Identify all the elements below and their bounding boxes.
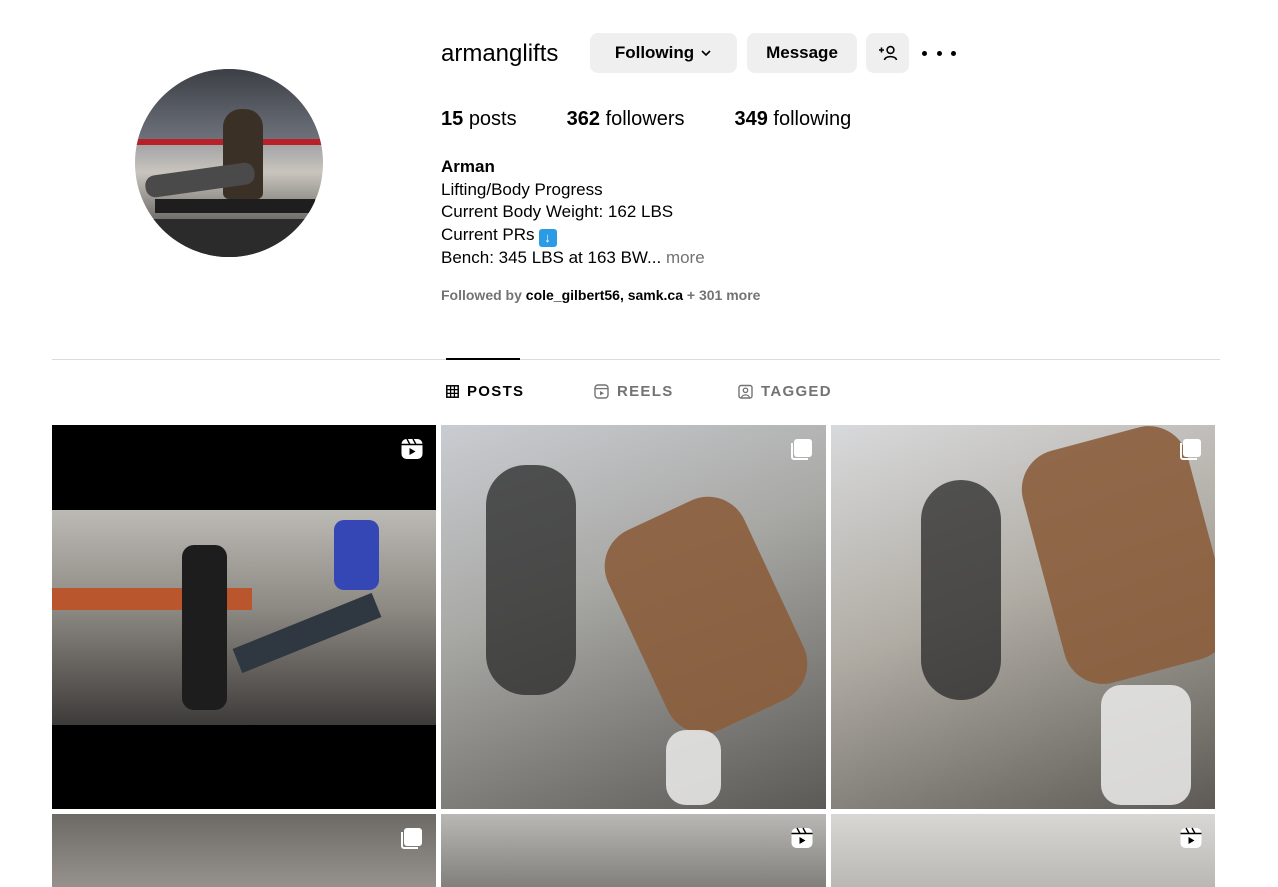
message-button[interactable]: Message <box>747 33 857 73</box>
stat-followers-label: followers <box>605 108 685 130</box>
tab-tagged-label: TAGGED <box>761 383 832 400</box>
reel-icon <box>401 438 423 459</box>
add-user-icon <box>878 45 897 61</box>
stat-following-count: 349 <box>734 108 768 130</box>
bio-name: Arman <box>441 157 495 176</box>
profile-username: armanglifts <box>441 40 559 67</box>
avatar-photo-bench <box>155 199 315 213</box>
tab-reels[interactable]: REELS <box>594 383 674 400</box>
profile-stats: 15 posts 362 followers 349 following <box>441 108 901 131</box>
profile-bio: Arman Lifting/Body Progress Current Body… <box>441 156 705 269</box>
message-button-label: Message <box>766 43 838 62</box>
stat-posts-count: 15 <box>441 108 464 130</box>
post-thumbnail[interactable] <box>441 425 826 809</box>
carousel-icon <box>401 828 422 849</box>
chevron-down-icon <box>701 50 711 57</box>
tab-posts-label: POSTS <box>467 383 525 400</box>
post-photo-detail <box>334 520 379 590</box>
stat-followers-count: 362 <box>566 108 600 130</box>
down-arrow-emoji-icon: ↓ <box>538 228 557 247</box>
post-photo-detail <box>182 545 227 710</box>
post-thumbnail[interactable] <box>441 814 826 887</box>
bio-line: Current Body Weight: 162 LBS <box>441 202 674 221</box>
post-thumbnail[interactable] <box>52 814 436 887</box>
post-thumbnail[interactable] <box>831 814 1215 887</box>
following-button[interactable]: Following <box>590 33 737 73</box>
tabs-divider <box>52 359 1220 360</box>
followed-by-separator: , <box>619 287 624 303</box>
bio-line-bench: Bench: 345 LBS at 163 BW... more <box>441 247 705 270</box>
tab-tagged[interactable]: TAGGED <box>738 383 832 400</box>
post-photo-detail <box>666 730 721 805</box>
carousel-icon <box>791 439 812 460</box>
avatar-photo-floor <box>135 219 323 257</box>
following-button-label: Following <box>614 43 695 62</box>
bio-more-link[interactable]: more <box>666 248 705 267</box>
stat-followers[interactable]: 362 followers <box>567 108 685 131</box>
profile-avatar[interactable] <box>135 69 323 257</box>
carousel-icon <box>1180 439 1201 460</box>
post-photo-detail <box>486 465 576 695</box>
tab-posts[interactable]: POSTS <box>446 383 524 400</box>
stat-posts-label: posts <box>468 108 517 130</box>
bio-line: Current PRs <box>441 224 535 244</box>
bio-line-prs: Current PRs ↓ <box>441 224 705 247</box>
dot <box>951 50 956 56</box>
stat-posts: 15 posts <box>441 108 517 131</box>
followed-by-account[interactable]: cole_gilbert56 <box>526 287 620 303</box>
followed-by-account[interactable]: samk.ca <box>628 287 683 303</box>
stat-following[interactable]: 349 following <box>734 108 851 131</box>
active-tab-indicator <box>446 358 520 360</box>
reel-icon <box>791 827 813 848</box>
post-thumbnail[interactable] <box>831 425 1215 809</box>
post-photo-detail <box>921 480 1001 700</box>
more-options-icon[interactable] <box>922 44 956 62</box>
post-photo-detail <box>591 483 821 747</box>
post-photo-detail <box>232 592 382 674</box>
tab-reels-label: REELS <box>617 383 674 400</box>
reel-icon <box>1180 827 1202 848</box>
reels-icon <box>594 384 609 399</box>
stat-following-label: following <box>773 108 852 130</box>
post-video-frame <box>52 510 436 725</box>
followed-by[interactable]: Followed by cole_gilbert56, samk.ca + 30… <box>441 287 760 303</box>
bio-line: Bench: 345 LBS at 163 BW... <box>441 247 662 267</box>
bio-line: Lifting/Body Progress <box>441 179 603 199</box>
tagged-icon <box>738 384 753 399</box>
post-photo-detail <box>1101 685 1191 805</box>
grid-icon <box>446 385 459 398</box>
followed-by-suffix[interactable]: + 301 more <box>687 287 761 303</box>
dot <box>936 50 942 56</box>
suggest-users-button[interactable] <box>866 33 909 73</box>
dot <box>922 50 927 56</box>
post-thumbnail[interactable] <box>52 425 436 809</box>
followed-by-prefix: Followed by <box>441 287 522 303</box>
post-photo-detail <box>1012 425 1215 693</box>
